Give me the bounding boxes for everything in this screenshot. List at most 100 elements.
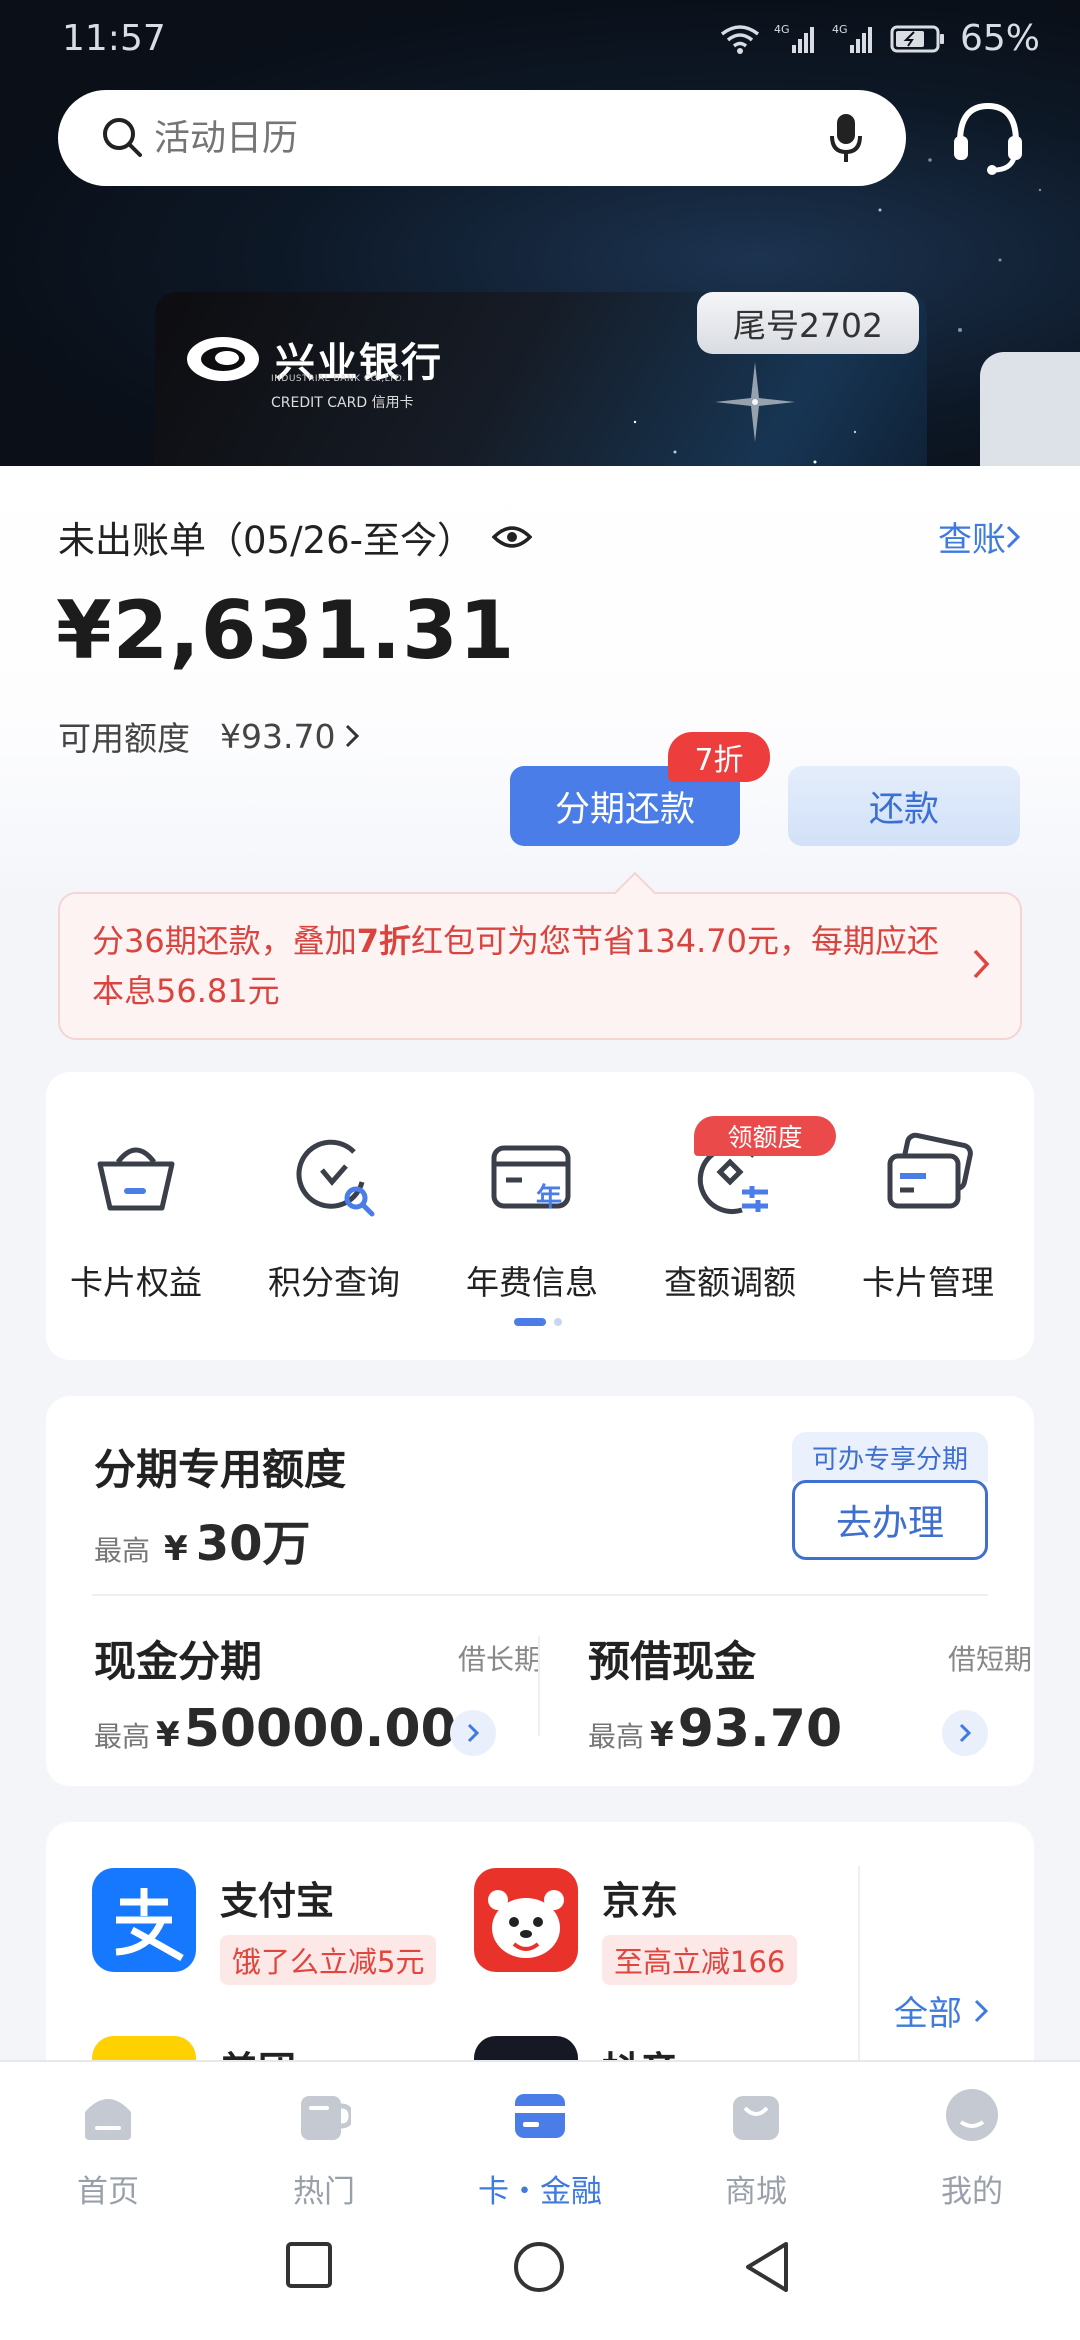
wifi-icon <box>720 24 760 54</box>
installment-promo-banner[interactable]: 分36期还款，叠加7折红包可为您节省134.70元，每期应还本息56.81元 <box>58 892 1022 1040</box>
bill-amount: ¥2,631.31 <box>56 584 516 677</box>
merchant-jd[interactable]: 京东 至高立减166 <box>474 1868 798 1985</box>
merchant-douyin[interactable]: 抖音 <box>474 2036 678 2062</box>
profile-icon <box>946 2089 998 2141</box>
bill-period: 未出账单（05/26-至今） <box>58 510 532 564</box>
search-input[interactable] <box>154 117 794 159</box>
system-navigation-bar <box>0 2210 1080 2340</box>
nav-mine[interactable]: 我的 <box>892 2088 1052 2211</box>
promo-text: 分36期还款，叠加7折红包可为您节省134.70元，每期应还本息56.81元 <box>92 916 952 1016</box>
merchant-info: 支付宝 饿了么立减5元 <box>220 1868 437 1985</box>
max-label: 最高 <box>588 1720 645 1753</box>
discount-badge: 7折 <box>668 732 770 782</box>
nav-label: 商城 <box>725 2174 787 2210</box>
points-search-icon <box>296 1139 375 1217</box>
check-bill-link[interactable]: 查账 <box>938 512 1020 561</box>
divider <box>858 1866 860 2062</box>
chevron-right-icon[interactable] <box>450 1710 496 1756</box>
service-card-benefits[interactable]: 卡片权益 <box>46 1126 226 1304</box>
meituan-logo-icon <box>92 2036 196 2062</box>
cash-advance-value: 93.70 <box>677 1699 843 1759</box>
divider <box>538 1636 540 1736</box>
annual-fee-icon: 年 <box>491 1145 571 1213</box>
nav-card-finance[interactable]: 卡・金融 <box>460 2088 620 2211</box>
service-label: 卡片权益 <box>70 1263 202 1302</box>
bill-section: 未出账单（05/26-至今） 查账 ¥2,631.31 可用额度 ¥93.70 … <box>0 466 1080 886</box>
cash-advance-title: 预借现金 <box>588 1637 757 1686</box>
next-card-peek[interactable] <box>980 352 1080 470</box>
currency-symbol: ¥ <box>164 1529 188 1569</box>
cell-signal-icon: 4G <box>774 23 814 53</box>
divider <box>92 1594 988 1596</box>
home-button[interactable] <box>512 2240 566 2294</box>
available-credit-label: 可用额度 <box>58 719 190 758</box>
card-finance-icon <box>515 2094 565 2138</box>
merchant-meituan[interactable]: 美团 <box>92 2036 296 2062</box>
chevron-right-icon[interactable] <box>942 1710 988 1756</box>
home-icon <box>85 2099 131 2140</box>
bank-emblem-icon <box>187 337 259 381</box>
cell-signal-icon-2: 4G <box>832 23 872 53</box>
cash-installment-term: 借长期 <box>458 1643 543 1676</box>
merchant-name: 支付宝 <box>220 1879 335 1923</box>
header-banner: 11:57 4G 4G 65% 兴业银行 INDUSTRIAL BANK CO.… <box>0 0 1080 470</box>
nav-hot[interactable]: 热门 <box>244 2088 404 2211</box>
cash-advance[interactable]: 预借现金 借短期 最高 ¥ 93.70 <box>588 1628 1032 1759</box>
currency-symbol: ¥ <box>156 1715 180 1755</box>
chevron-right-icon <box>1006 525 1020 548</box>
merchant-offers-card: 支付宝 饿了么立减5元 京东 至高立减166 全部 美团 抖音 <box>46 1822 1034 2062</box>
get-limit-badge: 领额度 <box>694 1116 836 1156</box>
hot-cup-icon <box>301 2096 354 2140</box>
merchant-offer: 饿了么立减5元 <box>220 1935 437 1985</box>
credit-card[interactable]: 兴业银行 INDUSTRIAL BANK CO.,LTD. CREDIT CAR… <box>155 292 927 470</box>
available-credit-value: ¥93.70 <box>220 716 336 756</box>
search-icon <box>103 118 142 157</box>
merchant-offer: 至高立减166 <box>602 1935 798 1985</box>
cash-installment-value: 50000.00 <box>183 1699 457 1759</box>
all-merchants-label: 全部 <box>894 1994 962 2034</box>
all-merchants-link[interactable]: 全部 <box>894 1986 988 2035</box>
available-credit[interactable]: 可用额度 ¥93.70 <box>58 712 360 760</box>
jd-logo-icon <box>474 1868 578 1972</box>
service-card-manage[interactable]: 卡片管理 <box>838 1126 1018 1304</box>
max-label: 最高 <box>94 1720 151 1753</box>
nav-home[interactable]: 首页 <box>28 2088 188 2211</box>
customer-service-icon[interactable] <box>950 98 1026 178</box>
check-bill-label: 查账 <box>938 520 1006 560</box>
status-icons: 4G 4G 65% <box>720 18 1040 59</box>
repay-button[interactable]: 还款 <box>788 766 1020 846</box>
eye-icon[interactable] <box>491 523 532 551</box>
chevron-right-icon <box>346 724 360 748</box>
status-bar: 11:57 4G 4G 65% <box>0 0 1080 80</box>
status-time: 11:57 <box>62 18 166 59</box>
service-grid: 卡片权益 积分查询 年 年费信息 查额调额 卡片管理 领额度 <box>46 1072 1034 1360</box>
installment-limit-card: 分期专用额度 最高 ¥ 30万 可办专享分期 去办理 现金分期 借长期 最高 ¥… <box>46 1396 1034 1786</box>
svg-text:4G: 4G <box>832 23 848 36</box>
svg-text:4G: 4G <box>774 23 790 36</box>
promo-text-part1: 分36期还款，叠加 <box>92 922 357 960</box>
service-annual-fee[interactable]: 年 年费信息 <box>442 1126 622 1304</box>
apply-button[interactable]: 去办理 <box>792 1480 988 1560</box>
nav-label: 我的 <box>941 2174 1003 2210</box>
svg-text:年: 年 <box>536 1182 562 1213</box>
battery-icon <box>890 25 944 52</box>
cash-advance-term: 借短期 <box>948 1643 1033 1676</box>
recent-apps-button[interactable] <box>284 2240 334 2290</box>
page-dot <box>554 1318 562 1326</box>
search-bar[interactable] <box>58 90 906 186</box>
nav-mall[interactable]: 商城 <box>676 2088 836 2211</box>
bottom-navigation: 首页 热门 卡・金融 商城 我的 <box>0 2060 1080 2210</box>
back-button[interactable] <box>742 2240 792 2294</box>
microphone-icon[interactable] <box>830 112 862 164</box>
alipay-logo-icon <box>92 1868 196 1972</box>
service-label: 年费信息 <box>466 1263 598 1302</box>
basket-icon <box>97 1147 175 1211</box>
chevron-right-icon <box>974 1999 988 2022</box>
service-label: 积分查询 <box>268 1263 400 1302</box>
page-indicator <box>514 1318 562 1326</box>
merchant-alipay[interactable]: 支付宝 饿了么立减5元 <box>92 1868 437 1985</box>
service-points-query[interactable]: 积分查询 <box>244 1126 424 1304</box>
card-tail-number: 尾号2702 <box>697 292 919 354</box>
max-value: 30万 <box>195 1516 311 1572</box>
nav-label: 卡・金融 <box>478 2174 602 2210</box>
